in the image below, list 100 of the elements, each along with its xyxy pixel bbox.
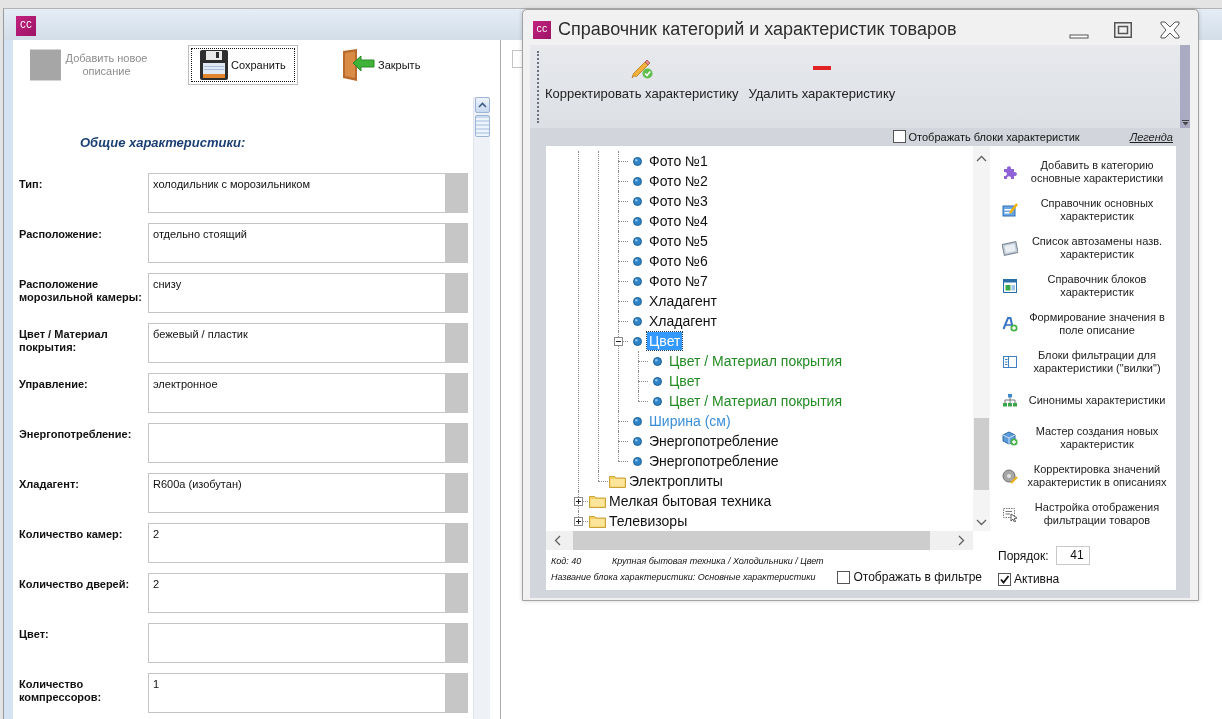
tree-item[interactable]: Фото №7 bbox=[647, 272, 710, 290]
code-text: Код: 40 bbox=[551, 555, 583, 567]
dot-icon bbox=[632, 236, 642, 246]
dot-icon bbox=[632, 316, 642, 326]
text-field[interactable] bbox=[148, 423, 468, 463]
action-button[interactable]: Формирование значения в поле описание bbox=[992, 305, 1176, 343]
vertical-scrollbar[interactable] bbox=[973, 146, 990, 531]
toolbar-scrollbar[interactable] bbox=[1180, 45, 1190, 128]
text-field[interactable]: 2 bbox=[148, 573, 468, 613]
tree-item[interactable]: Ширина (см) bbox=[647, 412, 733, 430]
close-button[interactable]: Закрыть bbox=[336, 45, 426, 85]
chevron-up-icon[interactable] bbox=[976, 155, 987, 162]
delete-characteristic-button[interactable]: Удалить характеристику bbox=[748, 45, 896, 105]
text-field[interactable]: холодильник с морозильником bbox=[148, 173, 468, 213]
tree-item[interactable]: Фото №1 bbox=[647, 152, 710, 170]
dot-icon bbox=[632, 276, 642, 286]
field-label: Количество компрессоров: bbox=[19, 678, 103, 704]
text-field[interactable]: снизу bbox=[148, 273, 468, 313]
puzzle-icon bbox=[1002, 164, 1018, 180]
scroll-thumb[interactable] bbox=[974, 418, 989, 490]
maximize-icon[interactable] bbox=[1114, 21, 1132, 38]
dot-icon bbox=[632, 156, 642, 166]
tree-item[interactable]: Цвет / Материал покрытия bbox=[667, 352, 844, 370]
plus-box-icon[interactable] bbox=[573, 496, 583, 506]
tree-item[interactable]: Хладагент bbox=[647, 312, 719, 330]
tree-item[interactable]: Фото №6 bbox=[647, 252, 710, 270]
action-button[interactable]: Блоки фильтрации для характеристики ("вилки") bbox=[992, 343, 1176, 381]
horizontal-scrollbar[interactable] bbox=[546, 531, 973, 550]
save-button[interactable]: Сохранить bbox=[188, 45, 298, 85]
tree-item[interactable]: Хладагент bbox=[647, 292, 719, 310]
tree-item[interactable]: Цвет bbox=[667, 372, 703, 390]
action-button[interactable]: Синонимы характеристики bbox=[992, 381, 1176, 419]
field-label: Хладагент: bbox=[19, 478, 79, 491]
checkbox[interactable] bbox=[892, 130, 906, 143]
text-field[interactable]: 2 bbox=[148, 523, 468, 563]
caret-down-icon bbox=[1181, 120, 1189, 126]
field-label: Расположение морозильной камеры: bbox=[19, 278, 143, 304]
plus-box-icon[interactable] bbox=[573, 516, 583, 526]
dot-icon bbox=[632, 296, 642, 306]
text-field[interactable]: отдельно стоящий bbox=[148, 223, 468, 263]
field-label: Количество дверей: bbox=[19, 578, 130, 591]
folder-icon bbox=[608, 474, 626, 488]
tree-item[interactable]: Энергопотребление bbox=[647, 452, 781, 470]
block-name-text: Название блока характеристики: Основные характеристики bbox=[551, 572, 816, 582]
tree-item[interactable]: Мелкая бытовая техника bbox=[607, 492, 774, 510]
text-field[interactable]: электронное bbox=[148, 373, 468, 413]
action-button[interactable]: Справочник основных характеристик bbox=[992, 191, 1176, 229]
minus-box-icon[interactable] bbox=[613, 336, 623, 346]
checkbox[interactable] bbox=[998, 572, 1011, 586]
text-field[interactable] bbox=[148, 623, 468, 663]
letter-plus-icon bbox=[1002, 316, 1018, 332]
text-field[interactable]: 1 bbox=[148, 673, 468, 713]
tree-item[interactable]: Энергопотребление bbox=[647, 432, 781, 450]
action-button[interactable]: Корректировка значений характеристик в описаниях bbox=[992, 457, 1176, 495]
action-button[interactable]: Настройка отображения фильтрации товаров bbox=[992, 495, 1176, 533]
chevron-up-icon bbox=[477, 102, 487, 108]
order-field[interactable]: 41 bbox=[1055, 546, 1090, 565]
scroll-up-button[interactable] bbox=[474, 97, 490, 113]
chevron-left-icon[interactable] bbox=[554, 535, 561, 546]
tree-item[interactable]: Цвет / Материал покрытия bbox=[667, 392, 844, 410]
tree-item[interactable]: Фото №2 bbox=[647, 172, 710, 190]
text-field[interactable]: R600a (изобутан) bbox=[148, 473, 468, 513]
vertical-scrollbar[interactable] bbox=[473, 97, 490, 719]
tree-item[interactable]: Фото №3 bbox=[647, 192, 710, 210]
edit-characteristic-button[interactable]: Корректировать характеристику bbox=[545, 45, 739, 105]
tree-item[interactable]: Фото №5 bbox=[647, 232, 710, 250]
dot-icon bbox=[632, 436, 642, 446]
columns-icon bbox=[1002, 354, 1018, 370]
close-icon[interactable] bbox=[1160, 20, 1180, 39]
action-button[interactable]: Справочник блоков характеристик bbox=[992, 267, 1176, 305]
field-label: Расположение: bbox=[19, 228, 102, 241]
field-label: Тип: bbox=[19, 178, 43, 191]
layout-icon bbox=[1002, 278, 1018, 294]
chevron-right-icon[interactable] bbox=[958, 535, 965, 546]
scroll-thumb[interactable] bbox=[573, 531, 930, 550]
text-field[interactable]: бежевый / пластик bbox=[148, 323, 468, 363]
window-title: Справочник категорий и характеристик товаров bbox=[558, 19, 957, 40]
frame-icon bbox=[1002, 240, 1018, 256]
field-label: Цвет: bbox=[19, 628, 49, 641]
tree-item[interactable]: Телевизоры bbox=[607, 512, 690, 530]
action-button[interactable]: Добавить в категорию основные характеристики bbox=[992, 153, 1176, 191]
dot-icon bbox=[632, 256, 642, 266]
chevron-down-icon[interactable] bbox=[976, 519, 987, 526]
pencil-check-icon bbox=[630, 57, 653, 79]
tree-item[interactable]: Фото №4 bbox=[647, 212, 710, 230]
action-button[interactable]: Список автозамены назв. характеристик bbox=[992, 229, 1176, 267]
legend-link[interactable]: Легенда bbox=[1129, 130, 1173, 143]
app-logo: CC bbox=[16, 15, 36, 36]
field-label: Цвет / Материал покрытия: bbox=[19, 328, 109, 354]
checkbox-label: Отображать в фильтре bbox=[853, 570, 983, 584]
disc-pencil-icon bbox=[1002, 468, 1018, 484]
square-icon bbox=[30, 49, 61, 81]
tree-item[interactable]: Электроплиты bbox=[627, 472, 725, 490]
action-button[interactable]: Мастер создания новых характеристик bbox=[992, 419, 1176, 457]
dot-icon bbox=[632, 336, 642, 346]
checkbox[interactable] bbox=[837, 570, 851, 584]
scroll-thumb[interactable] bbox=[474, 115, 490, 137]
door-arrow-icon bbox=[341, 49, 375, 81]
section-title: Общие характеристики: bbox=[80, 135, 246, 151]
list-cursor-icon bbox=[1002, 506, 1018, 522]
